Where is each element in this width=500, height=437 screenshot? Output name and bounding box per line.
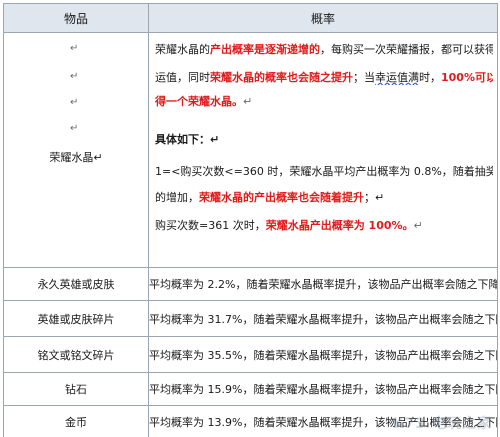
paragraph-mark: ↵: [70, 43, 79, 54]
item-name: 钻石: [3, 372, 149, 406]
highlight-text: 100%可以获: [441, 71, 493, 84]
main-line-4: 具体如下：↵: [155, 133, 220, 146]
paragraph-mark: ↵: [70, 71, 79, 82]
highlight-text: 荣耀水晶产出概率为 100%。: [265, 219, 414, 232]
table-row: 钻石 平均概率为 15.9%，随着荣耀水晶概率提升，该物品产出概率会随之下降: [3, 372, 498, 406]
item-probability: 平均概率为 15.9%，随着荣耀水晶概率提升，该物品产出概率会随之下降: [148, 372, 498, 406]
item-name: 永久英雄或皮肤: [3, 267, 149, 301]
table-row-main: ↵ ↵ ↵ ↵ 荣耀水晶↵ 荣耀水晶的产出概率是逐渐递增的，每购买一次荣耀播报，…: [3, 32, 498, 268]
item-probability: 平均概率为 31.7%，随着荣耀水晶概率提升，该物品产出概率会随之下降: [148, 300, 498, 337]
spellcheck-underlined-text: 幸运值满: [375, 71, 419, 84]
item-name: 金币: [3, 405, 149, 437]
table-row: 铭文或铭文碎片 平均概率为 35.5%，随着荣耀水晶概率提升，该物品产出概率会随…: [3, 336, 498, 373]
main-line-7: 购买次数=361 次时，荣耀水晶产出概率为 100%。↵: [155, 219, 423, 232]
table-row: 永久英雄或皮肤 平均概率为 2.2%，随着荣耀水晶概率提升，该物品产出概率会随之…: [3, 267, 498, 301]
item-name: 英雄或皮肤碎片: [3, 300, 149, 337]
paragraph-mark: ↵: [70, 123, 79, 134]
main-line-5: 1=<购买次数<=360 时，荣耀水晶平均产出概率为 0.8%，随着抽奖次数: [155, 165, 493, 178]
highlight-text: 产出概率是逐渐递增的: [210, 43, 320, 56]
header-probability: 概率: [148, 3, 498, 33]
main-item-cell: ↵ ↵ ↵ ↵ 荣耀水晶↵: [3, 32, 149, 268]
main-line-2: 运值，同时荣耀水晶的概率也会随之提升；当幸运值满时，100%可以获: [155, 69, 493, 85]
header-row: 物品 概率: [3, 3, 498, 33]
page: 物品 概率 ↵ ↵ ↵ ↵ 荣耀水晶↵ 荣耀水晶的产出概率是逐渐递增的，每购买一…: [0, 0, 500, 437]
item-probability: 平均概率为 35.5%，随着荣耀水晶概率提升，该物品产出概率会随之下降: [148, 336, 498, 373]
highlight-text: 荣耀水晶的概率也会随之提升: [210, 71, 353, 84]
paragraph-mark: ↵: [70, 97, 79, 108]
highlight-text: 荣耀水晶的产出概率也会随着提升: [199, 191, 364, 204]
header-item: 物品: [3, 3, 149, 33]
watermark-logo: K73 电玩之家: [392, 416, 492, 432]
table-row: 英雄或皮肤碎片 平均概率为 31.7%，随着荣耀水晶概率提升，该物品产出概率会随…: [3, 300, 498, 337]
main-item-name: 荣耀水晶↵: [49, 151, 103, 164]
main-probability-cell: 荣耀水晶的产出概率是逐渐递增的，每购买一次荣耀播报，都可以获得幸 运值，同时荣耀…: [148, 32, 498, 268]
main-line-3: 得一个荣耀水晶。↵: [155, 95, 253, 108]
main-line-1: 荣耀水晶的产出概率是逐渐递增的，每购买一次荣耀播报，都可以获得幸: [155, 43, 493, 56]
item-probability: 平均概率为 2.2%，随着荣耀水晶概率提升，该物品产出概率会随之下降: [148, 267, 498, 301]
highlight-text: 得一个荣耀水晶。: [155, 95, 243, 108]
main-line-6: 的增加，荣耀水晶的产出概率也会随着提升；↵: [155, 191, 385, 204]
probability-table: 物品 概率 ↵ ↵ ↵ ↵ 荣耀水晶↵ 荣耀水晶的产出概率是逐渐递增的，每购买一…: [3, 3, 498, 437]
item-name: 铭文或铭文碎片: [3, 336, 149, 373]
